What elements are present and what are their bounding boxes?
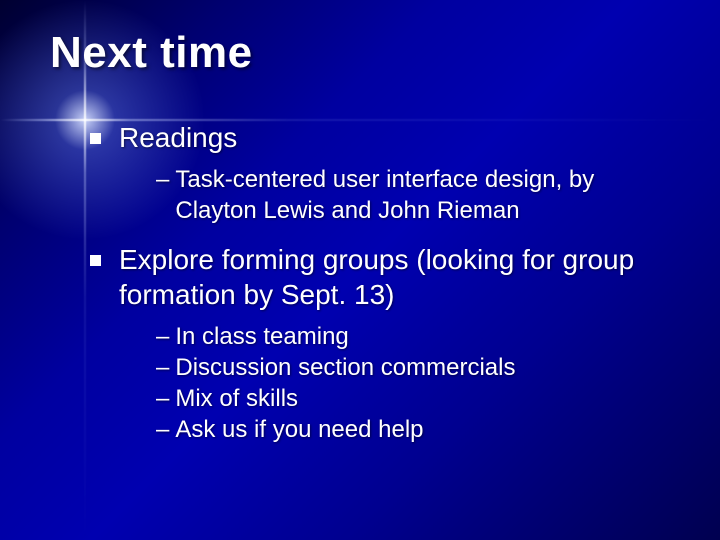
sub-bullet-label: Ask us if you need help: [175, 415, 423, 446]
bullet-label: Readings: [119, 120, 237, 155]
dash-icon: –: [156, 353, 169, 384]
dash-icon: –: [156, 322, 169, 353]
sub-bullet-item: – Task-centered user interface design, b…: [156, 165, 670, 226]
sub-bullet-group: – Task-centered user interface design, b…: [156, 165, 670, 226]
sub-bullet-label: Task-centered user interface design, by …: [175, 165, 670, 226]
sub-bullet-item: – Ask us if you need help: [156, 415, 670, 446]
bullet-item: Explore forming groups (looking for grou…: [90, 242, 670, 312]
sub-bullet-label: Discussion section commercials: [175, 353, 515, 384]
bullet-item: Readings: [90, 120, 670, 155]
bullet-label: Explore forming groups (looking for grou…: [119, 242, 670, 312]
dash-icon: –: [156, 384, 169, 415]
slide: Next time Readings – Task-centered user …: [0, 0, 720, 540]
sub-bullet-item: – In class teaming: [156, 322, 670, 353]
slide-content: Next time Readings – Task-centered user …: [0, 0, 720, 445]
square-bullet-icon: [90, 133, 101, 144]
sub-bullet-label: In class teaming: [175, 322, 348, 353]
sub-bullet-item: – Mix of skills: [156, 384, 670, 415]
sub-bullet-label: Mix of skills: [175, 384, 298, 415]
sub-bullet-item: – Discussion section commercials: [156, 353, 670, 384]
square-bullet-icon: [90, 255, 101, 266]
dash-icon: –: [156, 165, 169, 196]
dash-icon: –: [156, 415, 169, 446]
sub-bullet-group: – In class teaming – Discussion section …: [156, 322, 670, 445]
slide-title: Next time: [50, 28, 670, 78]
